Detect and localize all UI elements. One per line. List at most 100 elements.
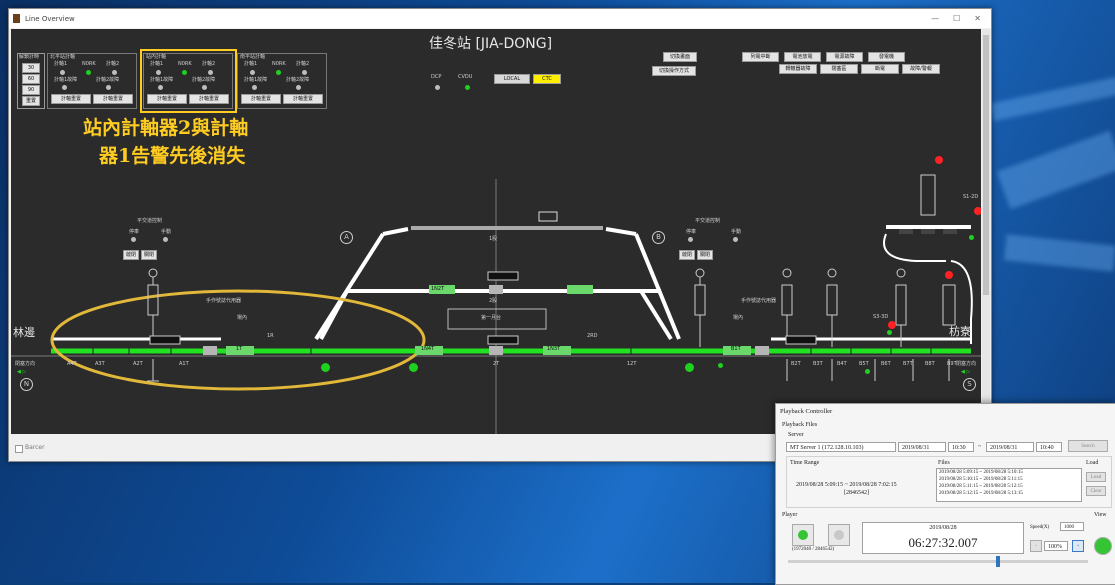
red-signal-icon <box>935 156 943 164</box>
playback-slider-thumb[interactable] <box>996 556 1000 567</box>
zoom-out-button[interactable]: - <box>1030 540 1042 552</box>
time-to-spinner[interactable]: 10:40 <box>1036 442 1062 452</box>
section-a-marker: A <box>340 231 353 244</box>
date-display: 2019/08/28 <box>929 525 957 531</box>
files-column-label: Files <box>938 460 950 466</box>
time-range-count: [2846542] <box>844 490 869 496</box>
playback-slider-track[interactable] <box>788 560 1088 563</box>
block-direction-label: 閉塞方向 <box>15 361 36 367</box>
server-select[interactable]: MT Server 1 (172.128.10.103) <box>786 442 896 452</box>
signal-label: 手作號誌代用器 <box>741 298 777 304</box>
signal-lamp-icon <box>409 363 418 372</box>
view-toggle-button[interactable] <box>1094 537 1112 555</box>
scroll-thumb[interactable] <box>983 35 989 295</box>
zoom-value[interactable]: 100% <box>1044 541 1068 551</box>
close-button[interactable]: ✕ <box>974 14 981 23</box>
server-label: Server <box>788 432 804 438</box>
play-icon <box>798 530 808 540</box>
signal-lamp-icon <box>321 363 330 372</box>
playback-controller: Playback Controller Playback Files Serve… <box>775 403 1115 585</box>
track-label: B3T <box>813 361 823 367</box>
light-beam <box>1003 234 1115 272</box>
upper-track-label: 2股 <box>489 298 498 304</box>
time-from-spinner[interactable]: 10:30 <box>948 442 974 452</box>
line-overview-canvas: 解鎖計時 30 60 90 重置 北平站計軸 計軸1 N0RK 計軸2 計軸1故… <box>11 29 981 434</box>
track-label: 12T <box>627 361 637 367</box>
upper-track-label: 1N3T <box>547 346 561 352</box>
time-range-value: 2019/08/28 5:09:15 ~ 2019/08/28 7:02:15 <box>796 482 897 488</box>
track-label: A3T <box>95 361 105 367</box>
zoom-in-button[interactable]: + <box>1072 540 1084 552</box>
track-label: A2T <box>133 361 143 367</box>
track-label: B5T <box>859 361 869 367</box>
file-item[interactable]: 2019/08/28 5:12:15 ~ 2019/08/28 5:13:15 <box>939 491 1023 496</box>
window-title: Line Overview <box>25 14 75 23</box>
pause-icon <box>834 530 844 540</box>
track-label: 1T <box>236 346 243 352</box>
signal-label: 場內 <box>237 315 248 321</box>
track-label: A1T <box>179 361 189 367</box>
signal-lamp-icon <box>718 363 723 368</box>
crossing-option-icon <box>733 237 738 242</box>
load-button[interactable]: Load <box>1086 472 1106 482</box>
track-label: B6T <box>881 361 891 367</box>
track-diagram <box>11 174 981 434</box>
files-list[interactable]: 2019/08/28 5:09:15 ~ 2019/08/28 5:10:15 … <box>936 468 1082 502</box>
crossing-option-label: 手動 <box>161 229 172 235</box>
crossing-open-button[interactable]: 啟閉 <box>123 250 139 260</box>
title-bar: Line Overview — ☐ ✕ <box>9 9 991 28</box>
app-icon <box>13 14 20 23</box>
player-label: Player <box>782 512 798 518</box>
red-signal-icon <box>974 207 981 215</box>
crossing-close-button[interactable]: 關閉 <box>141 250 157 260</box>
crossing-open-button[interactable]: 啟閉 <box>679 250 695 260</box>
signal-label: 手作號誌代用器 <box>206 298 242 304</box>
track-label: B2T <box>791 361 801 367</box>
file-item[interactable]: 2019/08/28 5:10:15 ~ 2019/08/28 5:11:15 <box>939 477 1023 482</box>
time-display: 2019/08/28 06:27:32.007 <box>862 522 1024 554</box>
track-label: B4T <box>837 361 847 367</box>
track-label: 1N4T <box>421 346 435 352</box>
crossing-option-icon <box>131 237 136 242</box>
vertical-scrollbar[interactable] <box>982 29 990 434</box>
signal-lamp-icon <box>969 235 974 240</box>
date-from-picker[interactable]: 2019/08/31 <box>898 442 946 452</box>
crossing-option-icon <box>688 237 693 242</box>
view-label: View <box>1094 512 1107 518</box>
speed-select[interactable]: 1000 <box>1060 522 1084 531</box>
clear-button[interactable]: Clear <box>1086 486 1106 496</box>
crossing-option-label: 手動 <box>731 229 742 235</box>
signal-label: 場內 <box>733 315 744 321</box>
signal-label: S1-2D <box>963 194 979 200</box>
track-label: B1T <box>731 346 741 352</box>
block-direction-label: 閉塞方向 <box>956 361 977 367</box>
direction-n-button[interactable]: N <box>20 378 33 391</box>
search-button[interactable]: Search <box>1068 440 1108 452</box>
playback-files-label: Playback Files <box>782 422 818 428</box>
red-signal-icon <box>945 271 953 279</box>
date-to-picker[interactable]: 2019/08/31 <box>986 442 1034 452</box>
file-item[interactable]: 2019/08/28 5:11:15 ~ 2019/08/28 5:12:15 <box>939 484 1023 489</box>
red-signal-icon <box>888 321 896 329</box>
maximize-button[interactable]: ☐ <box>953 14 960 23</box>
signal-lamp-icon <box>865 369 870 374</box>
direction-arrow-icon: ◀ ▷ <box>17 369 27 375</box>
direction-s-button[interactable]: S <box>963 378 976 391</box>
direction-arrow-icon: ◀ ▷ <box>961 369 971 375</box>
minimize-button[interactable]: — <box>931 14 939 23</box>
frame-counter: (1972040 / 2846542) <box>792 547 835 552</box>
track-label: B8T <box>925 361 935 367</box>
crossing-close-button[interactable]: 關閉 <box>697 250 713 260</box>
pause-button[interactable] <box>828 524 850 546</box>
crossing-option-label: 停車 <box>686 229 697 235</box>
file-item[interactable]: 2019/08/28 5:09:15 ~ 2019/08/28 5:10:15 <box>939 470 1023 475</box>
track-label: B7T <box>903 361 913 367</box>
section-b-marker: B <box>652 231 665 244</box>
signal-lamp-icon <box>685 363 694 372</box>
left-station-name: 林邊 <box>13 326 35 339</box>
line-overview-window: Line Overview — ☐ ✕ 解鎖計時 30 60 90 重置 北平站… <box>8 8 992 462</box>
status-checkbox[interactable] <box>15 445 23 453</box>
light-beam <box>989 76 1115 122</box>
play-button[interactable] <box>792 524 814 546</box>
status-checkbox-label: Barcer <box>25 444 45 451</box>
